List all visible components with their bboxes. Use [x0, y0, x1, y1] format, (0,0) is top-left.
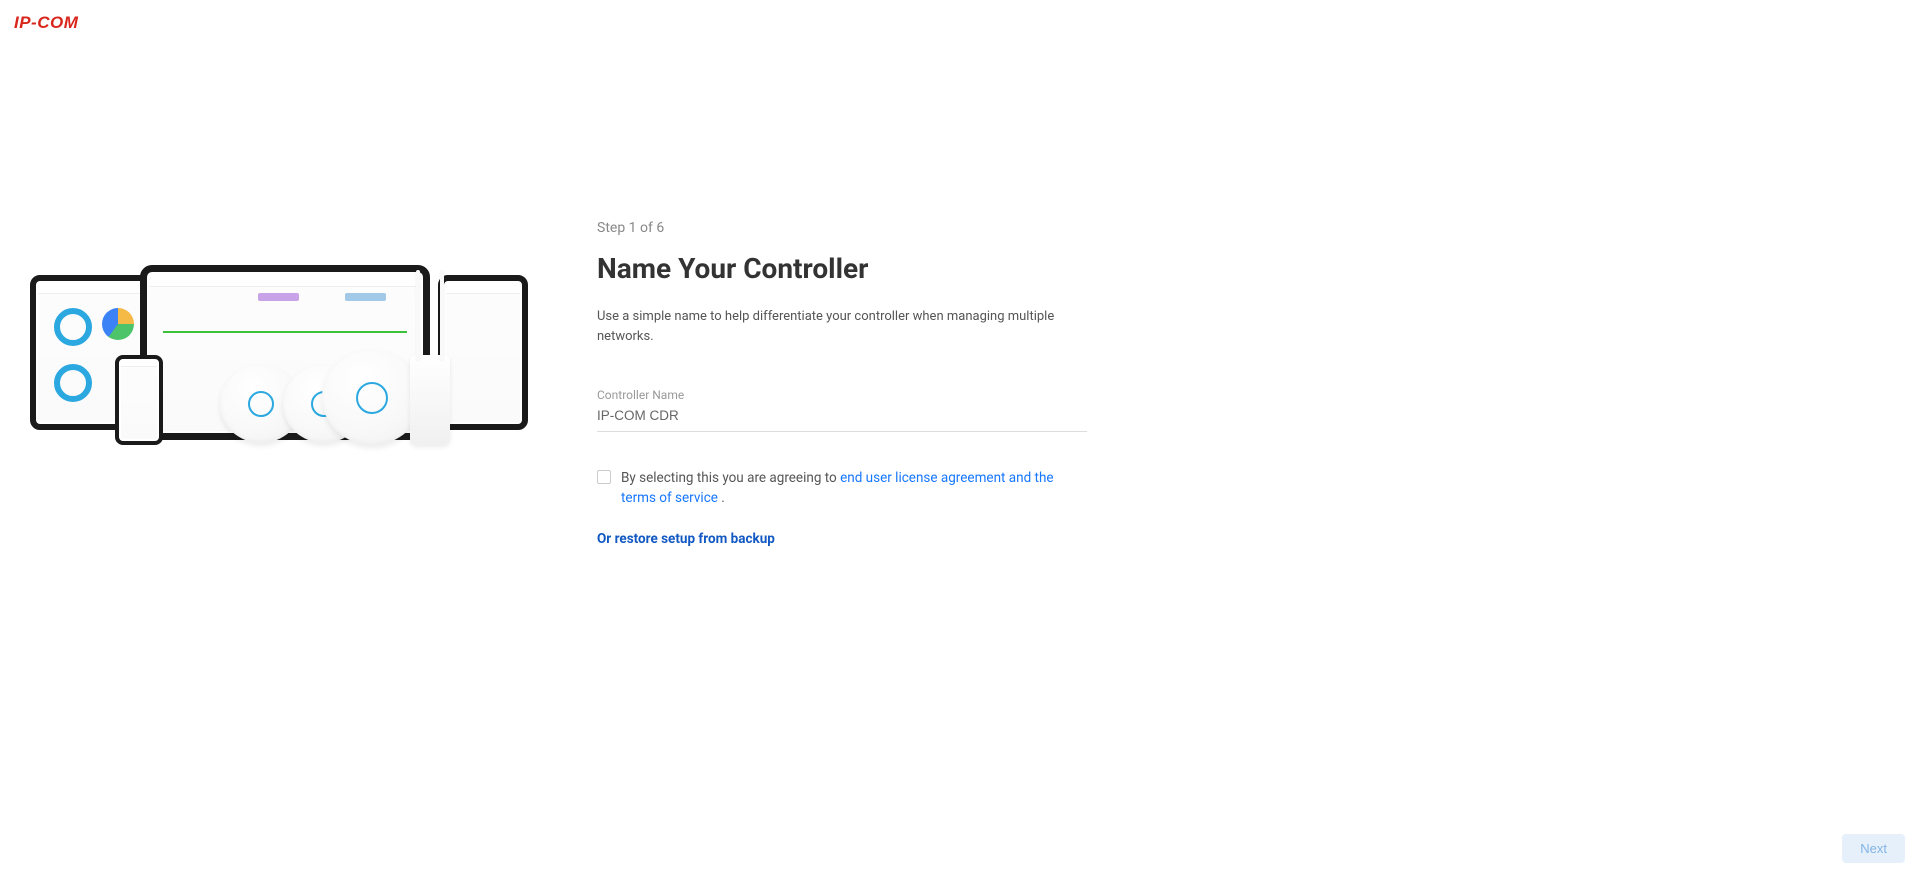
device-outdoor-router: [410, 355, 450, 445]
page-description: Use a simple name to help differentiate …: [597, 307, 1087, 346]
wizard-panel: Step 1 of 6 Name Your Controller Use a s…: [597, 220, 1087, 547]
agreement-text-before: By selecting this you are agreeing to: [621, 470, 840, 486]
controller-name-label: Controller Name: [597, 388, 1087, 402]
restore-from-backup-link[interactable]: Or restore setup from backup: [597, 531, 1087, 547]
product-hero-image: [30, 265, 530, 465]
agreement-label: By selecting this you are agreeing to en…: [621, 468, 1087, 509]
brand-logo: IP-COM: [14, 13, 78, 33]
device-phone: [115, 355, 163, 445]
device-small-tablet-right: [438, 275, 528, 430]
page-title: Name Your Controller: [597, 252, 1087, 285]
step-indicator: Step 1 of 6: [597, 220, 1087, 236]
agreement-checkbox[interactable]: [597, 470, 611, 484]
controller-name-input[interactable]: [597, 404, 1087, 432]
device-access-point-3: [322, 350, 422, 445]
agreement-text-after: .: [718, 490, 725, 506]
next-button[interactable]: Next: [1842, 834, 1905, 863]
